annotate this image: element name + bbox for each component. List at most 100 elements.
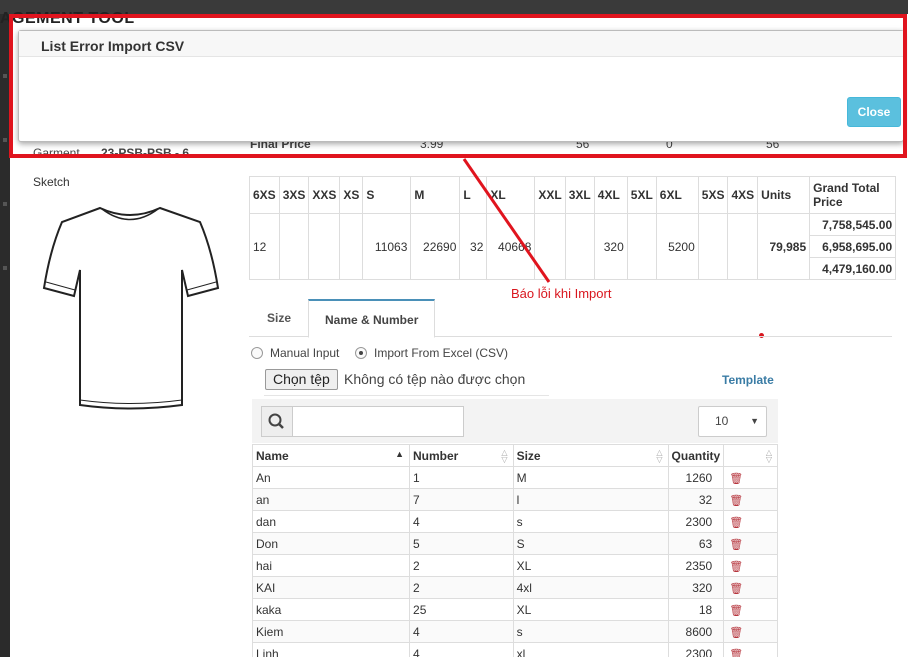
table-row: Don 5 S 63 🗑 bbox=[251, 532, 778, 555]
name-number-table: Name ▲ Number △ ▽ Size △ ▽ Quantity △ ▽ An 1 M 12… bbox=[251, 444, 778, 657]
tab-name-number[interactable]: Name & Number bbox=[308, 299, 436, 338]
row-number: 4 bbox=[409, 510, 514, 533]
manual-input-radio[interactable]: Manual Input bbox=[251, 346, 339, 360]
trash-icon: 🗑 bbox=[729, 626, 744, 639]
size-header: L bbox=[459, 176, 488, 214]
size-value bbox=[697, 213, 729, 280]
import-csv-radio[interactable]: Import From Excel (CSV) bbox=[355, 346, 508, 360]
size-header: 6XL bbox=[655, 176, 699, 214]
choose-file-button[interactable]: Chọn tệp bbox=[265, 369, 338, 390]
search-icon[interactable] bbox=[261, 406, 293, 437]
trash-icon: 🗑 bbox=[729, 582, 744, 595]
delete-button[interactable]: 🗑 bbox=[723, 510, 778, 533]
size-header: 4XL bbox=[593, 176, 628, 214]
table-toolbar: 10 ▼ bbox=[252, 399, 778, 443]
delete-button[interactable]: 🗑 bbox=[723, 642, 778, 657]
row-size: S bbox=[512, 532, 669, 555]
page-size-value: 10 bbox=[715, 414, 729, 428]
column-header-quantity[interactable]: Quantity bbox=[667, 444, 725, 467]
row-size: s bbox=[512, 620, 669, 643]
row-quantity: 2350 bbox=[667, 554, 725, 577]
size-header: S bbox=[362, 176, 412, 214]
row-name: an bbox=[251, 488, 411, 511]
row-quantity: 32 bbox=[667, 488, 725, 511]
size-header: 5XL bbox=[626, 176, 657, 214]
chevron-down-icon: ▼ bbox=[750, 416, 759, 426]
row-quantity: 1260 bbox=[667, 466, 725, 489]
trash-icon: 🗑 bbox=[729, 516, 744, 529]
row-size: XL bbox=[512, 598, 669, 621]
delete-button[interactable]: 🗑 bbox=[723, 620, 778, 643]
grand-total-value: 4,479,160.00 bbox=[809, 257, 897, 280]
table-row: Linh 4 xl 2300 🗑 bbox=[251, 642, 778, 657]
size-value bbox=[308, 213, 341, 280]
delete-button[interactable]: 🗑 bbox=[723, 554, 778, 577]
row-number: 25 bbox=[409, 598, 514, 621]
annotation-label: Báo lỗi khi Import bbox=[511, 286, 612, 301]
divider bbox=[264, 395, 549, 396]
sketch-label: Sketch bbox=[33, 175, 70, 189]
size-header: XXS bbox=[308, 176, 341, 214]
delete-button[interactable]: 🗑 bbox=[723, 466, 778, 489]
size-value bbox=[534, 213, 566, 280]
trash-icon: 🗑 bbox=[729, 604, 744, 617]
row-size: l bbox=[512, 488, 669, 511]
error-modal: List Error Import CSV Close bbox=[18, 30, 904, 142]
radio-circle-checked[interactable] bbox=[355, 347, 367, 359]
delete-button[interactable]: 🗑 bbox=[723, 488, 778, 511]
radio-circle[interactable] bbox=[251, 347, 263, 359]
size-value: 22690 bbox=[410, 213, 461, 280]
row-number: 5 bbox=[409, 532, 514, 555]
trash-icon: 🗑 bbox=[729, 538, 744, 551]
tab-size[interactable]: Size bbox=[251, 299, 307, 337]
row-quantity: 2300 bbox=[667, 642, 725, 657]
search-input[interactable] bbox=[292, 406, 464, 437]
row-size: s bbox=[512, 510, 669, 533]
size-value: 40668 bbox=[486, 213, 536, 280]
trash-icon: 🗑 bbox=[729, 560, 744, 573]
size-header: XXL bbox=[534, 176, 566, 214]
row-number: 4 bbox=[409, 642, 514, 657]
row-name: kaka bbox=[251, 598, 411, 621]
row-name: Linh bbox=[251, 642, 411, 657]
page-size-select[interactable]: 10 ▼ bbox=[698, 406, 767, 437]
garment-value: 23-PSB-PSB - 6 bbox=[101, 146, 190, 160]
garment-label: Garment bbox=[33, 146, 80, 160]
column-header-name[interactable]: Name ▲ bbox=[251, 444, 411, 467]
delete-button[interactable]: 🗑 bbox=[723, 532, 778, 555]
row-number: 4 bbox=[409, 620, 514, 643]
size-header: 5XS bbox=[697, 176, 729, 214]
delete-button[interactable]: 🗑 bbox=[723, 598, 778, 621]
grand-total-value: 6,958,695.00 bbox=[809, 235, 897, 258]
template-link[interactable]: Template bbox=[722, 373, 774, 387]
row-size: 4xl bbox=[512, 576, 669, 599]
row-quantity: 320 bbox=[667, 576, 725, 599]
sort-icon: △ ▽ bbox=[656, 448, 663, 464]
app-title: AGEMENT TOOL bbox=[0, 10, 135, 27]
sort-asc-icon: ▲ bbox=[395, 449, 405, 459]
delete-button[interactable]: 🗑 bbox=[723, 576, 778, 599]
modal-body: Close bbox=[19, 57, 903, 141]
size-header: 3XL bbox=[564, 176, 595, 214]
size-quantity-table: 6XS 3XS XXS XS S M L XL XXL 3XL 4XL 5XL … bbox=[249, 176, 897, 280]
row-quantity: 8600 bbox=[667, 620, 725, 643]
file-status: Không có tệp nào được chọn bbox=[344, 371, 526, 387]
trash-icon: 🗑 bbox=[729, 494, 744, 507]
row-number: 2 bbox=[409, 576, 514, 599]
size-value bbox=[727, 213, 759, 280]
size-header: XL bbox=[486, 176, 536, 214]
row-number: 2 bbox=[409, 554, 514, 577]
table-row: hai 2 XL 2350 🗑 bbox=[251, 554, 778, 577]
trash-icon: 🗑 bbox=[729, 648, 744, 657]
modal-title: List Error Import CSV bbox=[19, 31, 903, 57]
column-header-actions[interactable]: △ ▽ bbox=[723, 444, 778, 467]
table-row: an 7 l 32 🗑 bbox=[251, 488, 778, 511]
units-header: Units bbox=[757, 176, 811, 214]
size-value bbox=[278, 213, 310, 280]
grand-total-value: 7,758,545.00 bbox=[809, 213, 897, 236]
close-button[interactable]: Close bbox=[847, 97, 901, 127]
size-header: M bbox=[410, 176, 461, 214]
column-header-number[interactable]: Number △ ▽ bbox=[409, 444, 514, 467]
row-size: M bbox=[512, 466, 669, 489]
column-header-size[interactable]: Size △ ▽ bbox=[512, 444, 669, 467]
